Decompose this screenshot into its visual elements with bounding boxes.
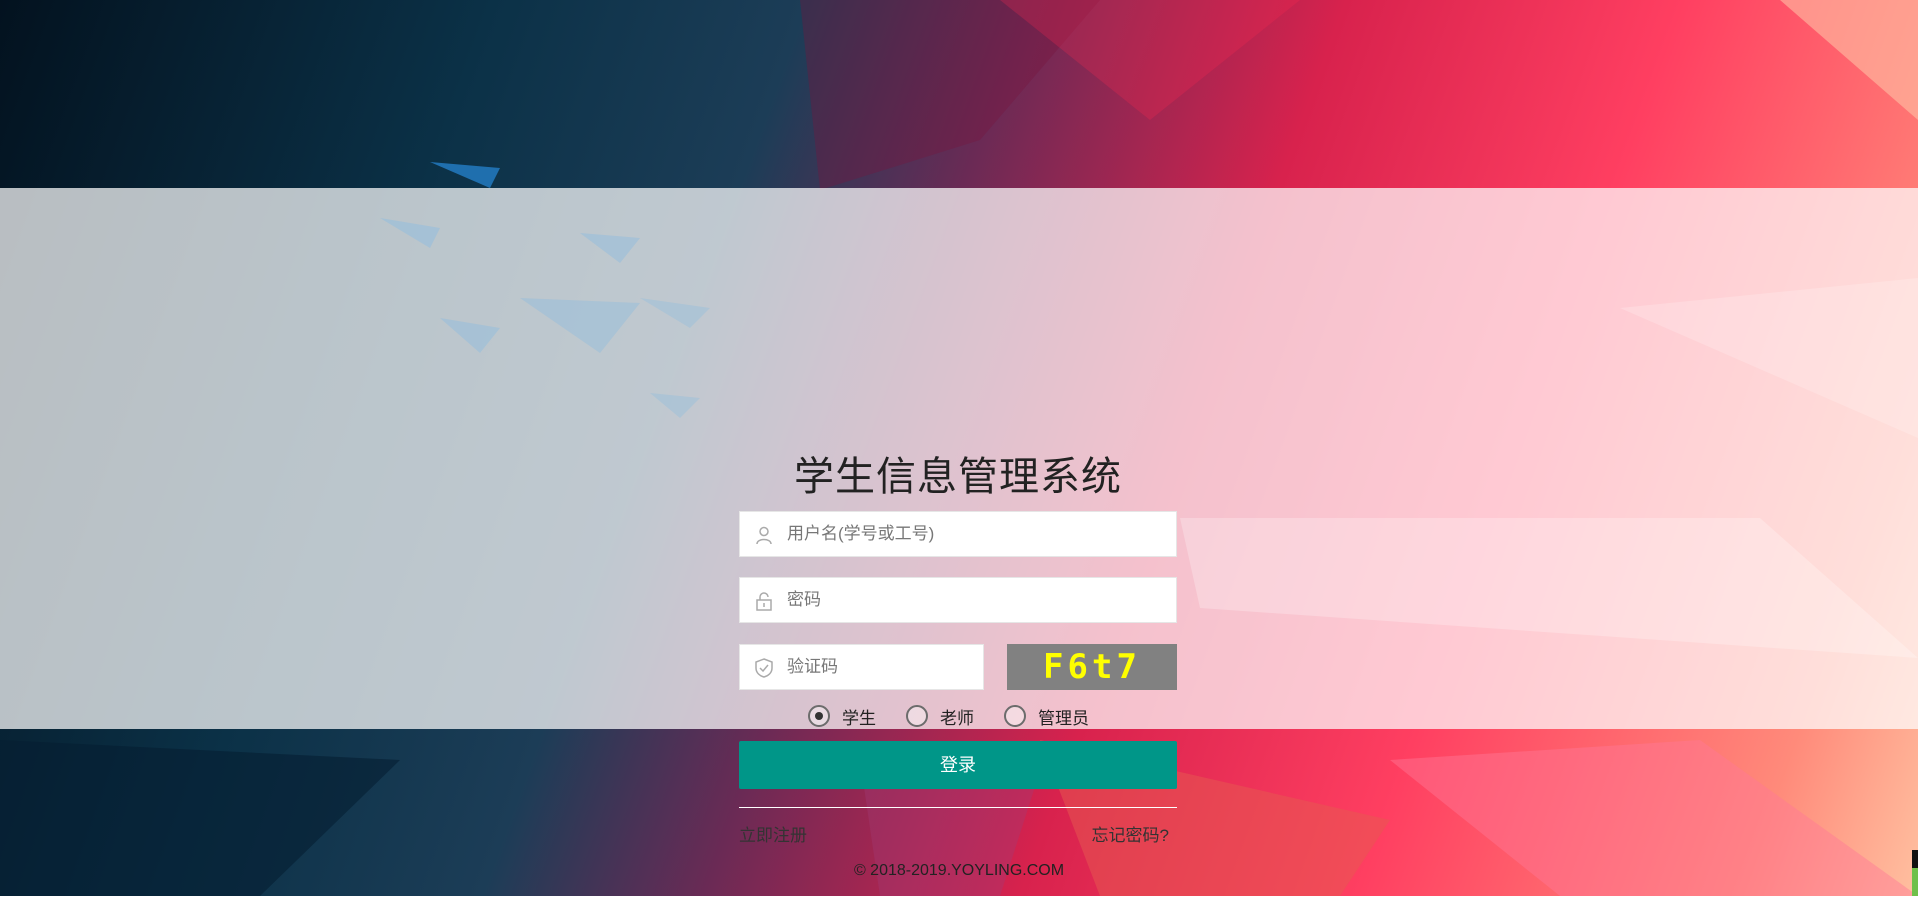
role-label: 老师: [940, 704, 974, 729]
radio-button-selected[interactable]: [808, 705, 830, 727]
lock-icon: [754, 591, 774, 611]
password-field[interactable]: [739, 577, 1177, 623]
user-icon: [754, 525, 774, 545]
page-title: 学生信息管理系统: [739, 444, 1177, 502]
copyright-footer: © 2018-2019.YOYLING.COM: [0, 862, 1918, 880]
corner-indicator: [1912, 850, 1918, 896]
username-input[interactable]: [787, 512, 1167, 556]
captcha-image[interactable]: F6t7: [1007, 644, 1177, 690]
role-label: 管理员: [1038, 704, 1089, 729]
register-link[interactable]: 立即注册: [739, 821, 807, 846]
radio-button[interactable]: [1004, 705, 1026, 727]
login-button[interactable]: 登录: [739, 741, 1177, 789]
role-selector: 学生 老师 管理员: [808, 702, 1119, 730]
forgot-password-link[interactable]: 忘记密码?: [1092, 821, 1169, 846]
role-option-teacher[interactable]: 老师: [906, 704, 974, 729]
captcha-input[interactable]: [787, 645, 977, 689]
captcha-field[interactable]: [739, 644, 984, 690]
shield-icon: [754, 658, 774, 678]
username-field[interactable]: [739, 511, 1177, 557]
role-option-student[interactable]: 学生: [808, 704, 876, 729]
divider: [739, 807, 1177, 808]
login-band: 学生信息管理系统: [0, 188, 1918, 729]
role-label: 学生: [842, 704, 876, 729]
password-input[interactable]: [787, 578, 1167, 622]
login-panel: 学生信息管理系统: [739, 376, 1177, 917]
radio-button[interactable]: [906, 705, 928, 727]
role-option-admin[interactable]: 管理员: [1004, 704, 1089, 729]
